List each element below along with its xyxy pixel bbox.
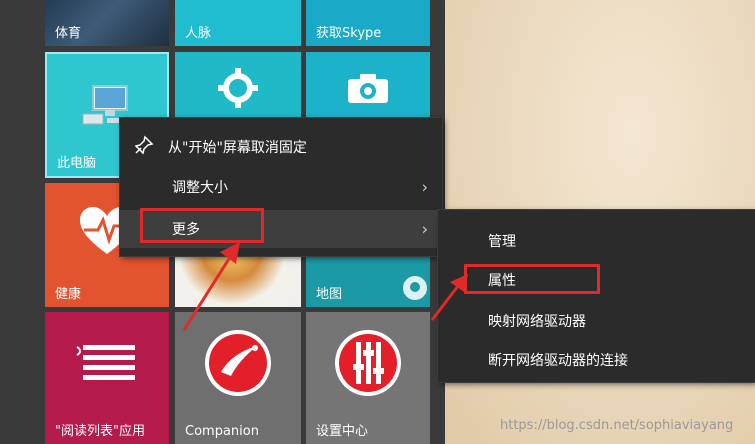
tile-label: 人脉 [185,26,212,41]
menu-item-resize[interactable]: 调整大小 › [120,169,442,205]
menu-item-label: 从"开始"屏幕取消固定 [168,140,307,156]
companion-logo-icon [203,328,273,402]
unpin-icon [134,135,154,159]
gear-icon [218,67,258,112]
tile-companion[interactable]: Companion [175,312,301,444]
tile-label: 地图 [316,287,343,302]
submenu-item-manage[interactable]: 管理 [438,223,755,259]
tile-reading-list[interactable]: "阅读列表"应用 [45,312,169,444]
menu-item-unpin[interactable]: 从"开始"屏幕取消固定 [120,129,442,165]
camera-badge-icon [402,275,428,305]
tile-label: Companion [185,424,259,439]
tile-label: 获取Skype [316,26,382,41]
watermark: https://blog.csdn.net/sophiaviayang [500,418,734,433]
tile-label: 设置中心 [316,424,369,439]
tile-label: "阅读列表"应用 [55,424,145,439]
submenu: 管理 属性 映射网络驱动器 断开网络驱动器的连接 [438,210,755,382]
tile-sports[interactable]: 体育 [45,0,169,46]
menu-item-label: 管理 [488,234,516,250]
tile-skype[interactable]: 获取Skype [306,0,430,46]
tile-label: 体育 [55,26,82,41]
chevron-right-icon: › [421,219,428,239]
tile-people[interactable]: 人脉 [175,0,301,46]
highlight-box-more [140,208,264,243]
menu-item-label: 映射网络驱动器 [488,314,586,330]
tile-label: 此电脑 [57,156,97,171]
highlight-box-properties [464,264,600,294]
camera-icon [346,71,390,109]
menu-item-label: 调整大小 [172,180,228,196]
sliders-icon [333,328,403,402]
submenu-item-disconnect-drive[interactable]: 断开网络驱动器的连接 [438,342,755,378]
menu-item-label: 断开网络驱动器的连接 [488,353,628,369]
reading-list-icon [75,343,139,387]
tile-settings-center[interactable]: 设置中心 [306,312,430,444]
tile-label: 健康 [55,287,82,302]
submenu-item-map-drive[interactable]: 映射网络驱动器 [438,303,755,339]
chevron-right-icon: › [421,177,428,197]
